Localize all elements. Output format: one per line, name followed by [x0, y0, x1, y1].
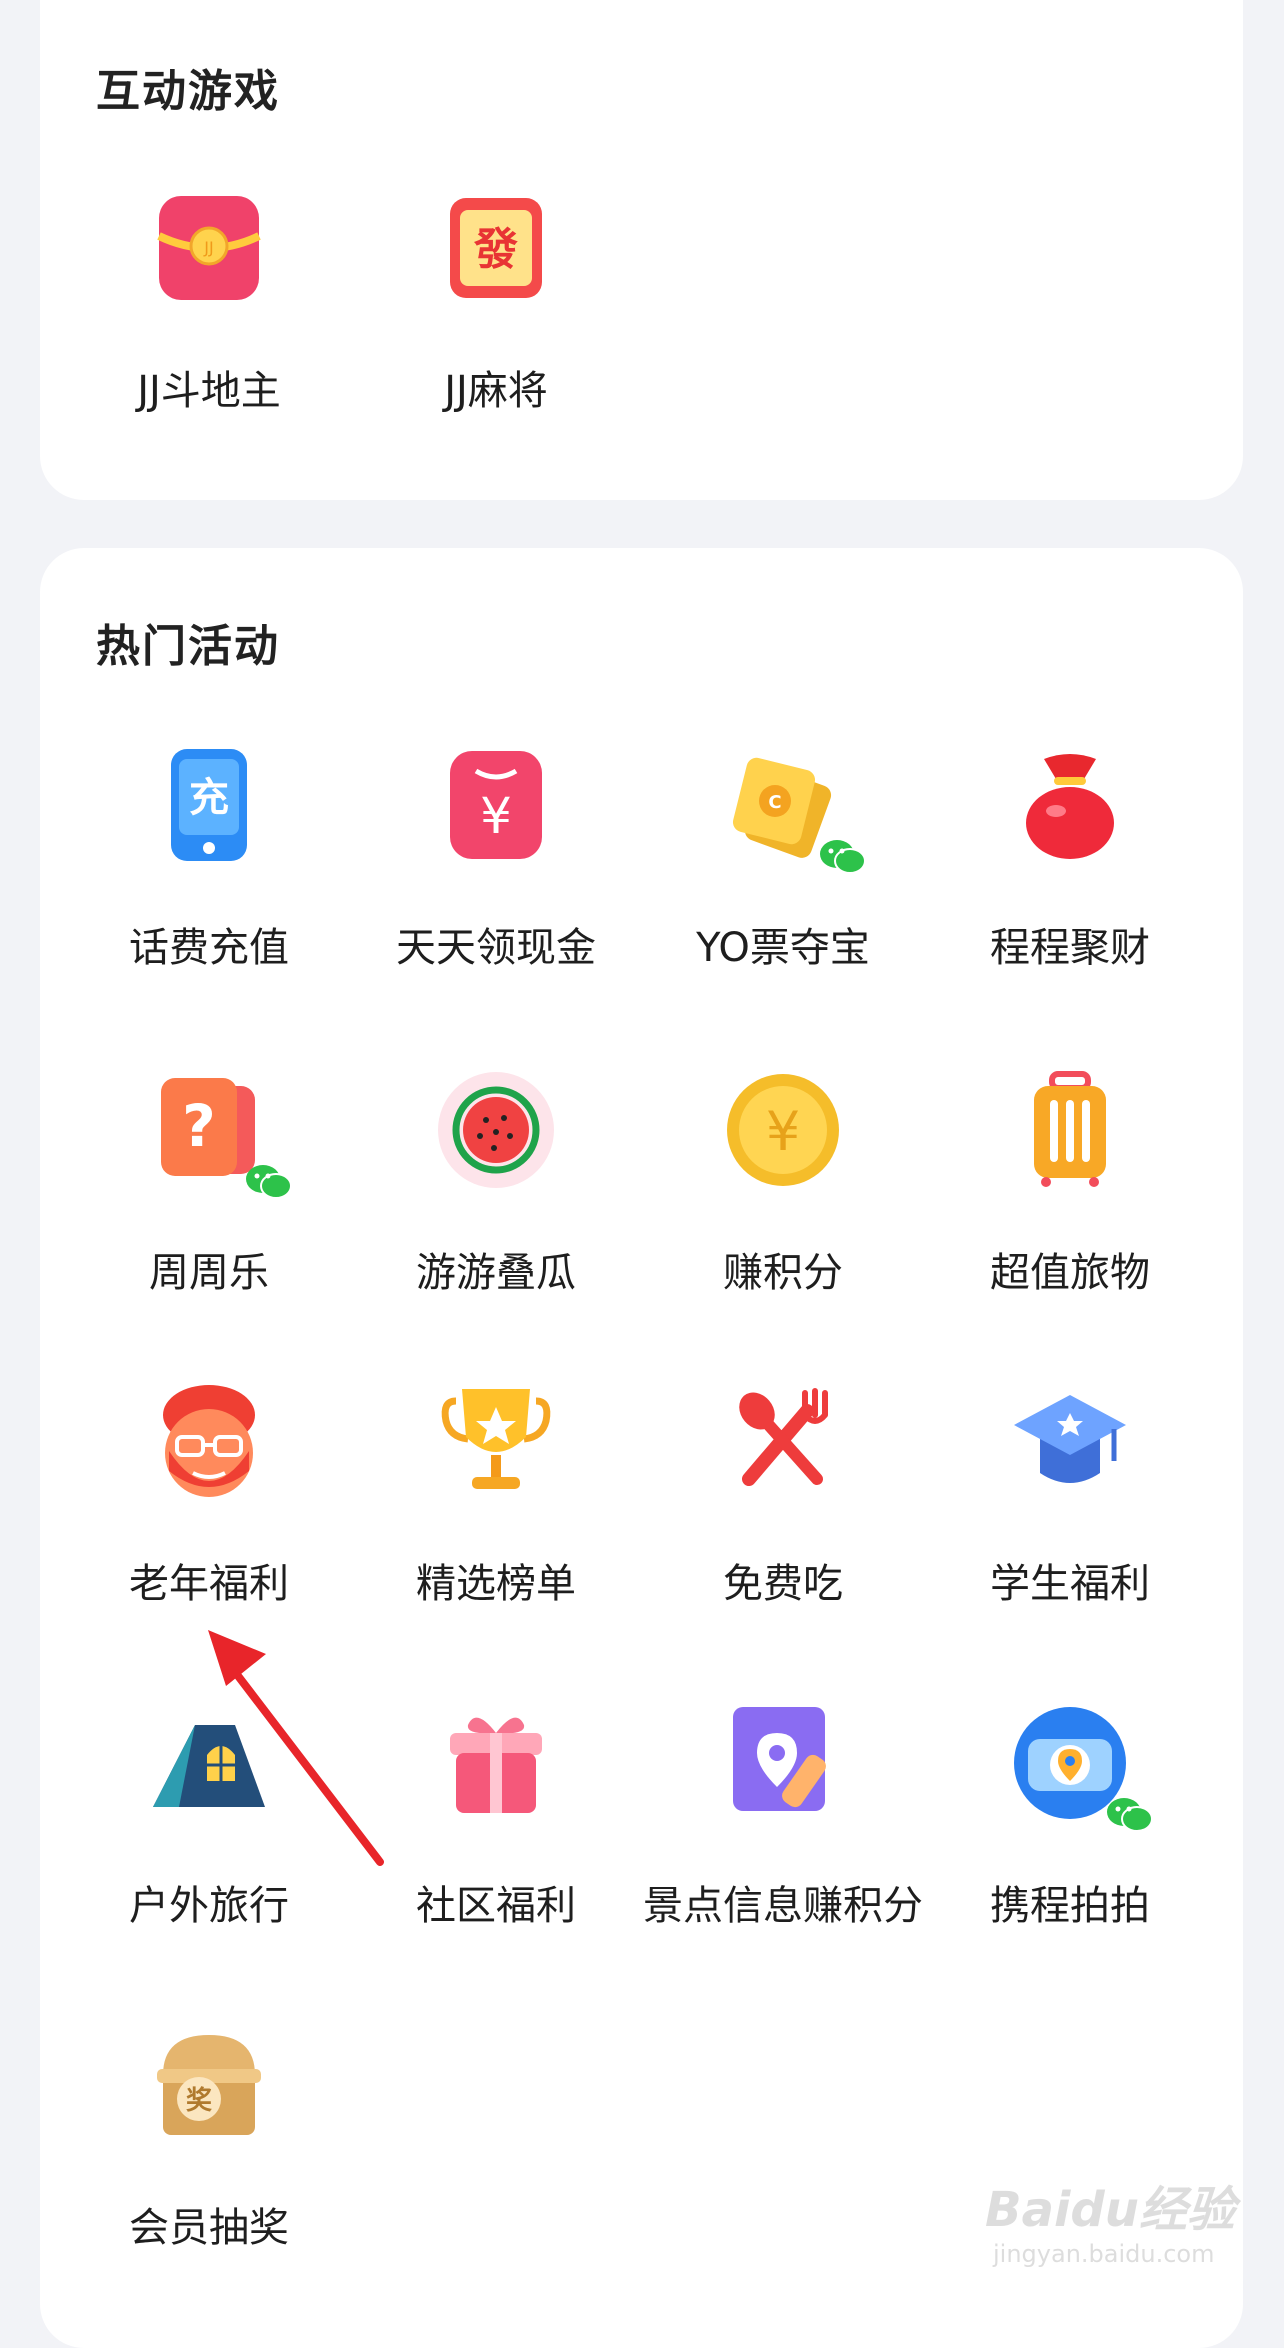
tile-label: 天天领现金 — [396, 925, 596, 971]
tent-icon — [149, 1703, 269, 1823]
tile-ctrip-paipai[interactable]: 携程拍拍 — [925, 1703, 1215, 1983]
tile-travel-goods[interactable]: 超值旅物 — [925, 1070, 1215, 1350]
svg-text:C: C — [768, 792, 781, 813]
tile-label: JJ斗地主 — [137, 368, 281, 414]
svg-text:JJ: JJ — [203, 238, 213, 257]
tile-scenic-points[interactable]: 景点信息赚积分 — [638, 1703, 928, 1983]
watermelon-icon — [436, 1070, 556, 1190]
wechat-badge-icon — [820, 840, 866, 874]
tile-label: 携程拍拍 — [990, 1883, 1150, 1929]
svg-text:¥: ¥ — [480, 787, 512, 845]
tile-label: 周周乐 — [149, 1250, 269, 1296]
tile-daily-cash[interactable]: ¥ 天天领现金 — [351, 745, 641, 1025]
map-pin-pencil-icon — [723, 1703, 843, 1823]
tile-community-benefits[interactable]: 社区福利 — [351, 1703, 641, 1983]
tile-zhouzhoule[interactable]: ? 周周乐 — [64, 1070, 354, 1350]
hot-activities-card: 热门活动 充 话费充值 ¥ 天天领现金 C YO票夺宝 程程聚财 ? 周周乐 游… — [40, 548, 1243, 2348]
tile-label: 免费吃 — [723, 1561, 843, 1607]
watermark-main: Baidu经验 — [985, 2182, 1235, 2238]
tile-outdoor-travel[interactable]: 户外旅行 — [64, 1703, 354, 1983]
suitcase-icon — [1010, 1070, 1130, 1190]
tile-label: 程程聚财 — [990, 925, 1150, 971]
tile-label: 会员抽奖 — [129, 2205, 289, 2251]
tile-cheng-jucai[interactable]: 程程聚财 — [925, 745, 1215, 1025]
trophy-icon — [436, 1381, 556, 1501]
tile-label: JJ麻将 — [444, 368, 548, 414]
tile-youyou-diegua[interactable]: 游游叠瓜 — [351, 1070, 641, 1350]
watermark-sub: jingyan.baidu.com — [993, 2240, 1215, 2268]
red-envelope-coin-icon: JJ — [149, 188, 269, 308]
tile-phone-recharge[interactable]: 充 话费充值 — [64, 745, 354, 1025]
svg-text:?: ? — [182, 1092, 216, 1160]
phone-recharge-icon: 充 — [149, 745, 269, 865]
baidu-watermark: Baidu经验 jingyan.baidu.com — [985, 2170, 1235, 2280]
mahjong-fa-tile-icon: 發 — [436, 188, 556, 308]
graduation-cap-icon — [1010, 1381, 1130, 1501]
section-title-games: 互动游戏 — [96, 66, 280, 117]
tile-label: 社区福利 — [416, 1883, 576, 1929]
tile-member-lottery[interactable]: 奖 会员抽奖 — [64, 2025, 354, 2305]
grandpa-icon — [149, 1381, 269, 1501]
money-bag-icon — [1010, 745, 1130, 865]
tile-free-food[interactable]: 免费吃 — [638, 1381, 928, 1661]
tile-label: 老年福利 — [129, 1561, 289, 1607]
tile-label: 超值旅物 — [990, 1250, 1150, 1296]
yuan-envelope-icon: ¥ — [436, 745, 556, 865]
tile-top-lists[interactable]: 精选榜单 — [351, 1381, 641, 1661]
prize-chest-icon: 奖 — [149, 2025, 269, 2145]
tile-student-benefits[interactable]: 学生福利 — [925, 1381, 1215, 1661]
gold-coin-icon: ¥ — [723, 1070, 843, 1190]
tile-yo-ticket[interactable]: C YO票夺宝 — [638, 745, 928, 1025]
svg-text:¥: ¥ — [766, 1100, 800, 1163]
wechat-badge-icon — [246, 1165, 292, 1199]
fork-spoon-icon — [723, 1381, 843, 1501]
section-title-hot: 热门活动 — [96, 621, 280, 672]
tile-label: 精选榜单 — [416, 1561, 576, 1607]
tile-label: 游游叠瓜 — [416, 1250, 576, 1296]
wechat-badge-icon — [1107, 1798, 1153, 1832]
tile-label: 话费充值 — [129, 925, 289, 971]
interactive-games-card: 互动游戏 JJ JJ斗地主 發 JJ麻将 — [40, 0, 1243, 500]
tile-senior-benefits[interactable]: 老年福利 — [64, 1381, 354, 1661]
svg-text:充: 充 — [189, 775, 229, 821]
tile-label: 户外旅行 — [129, 1883, 289, 1929]
tile-label: 景点信息赚积分 — [643, 1883, 923, 1929]
tile-label: 赚积分 — [723, 1250, 843, 1296]
gift-box-icon — [436, 1703, 556, 1823]
tile-jj-doudizhu[interactable]: JJ JJ斗地主 — [64, 188, 354, 468]
svg-text:發: 發 — [473, 224, 518, 275]
tile-label: YO票夺宝 — [696, 925, 870, 971]
svg-text:奖: 奖 — [186, 2085, 213, 2116]
tile-earn-points[interactable]: ¥ 赚积分 — [638, 1070, 928, 1350]
tile-label: 学生福利 — [990, 1561, 1150, 1607]
tile-jj-mahjong[interactable]: 發 JJ麻将 — [351, 188, 641, 468]
